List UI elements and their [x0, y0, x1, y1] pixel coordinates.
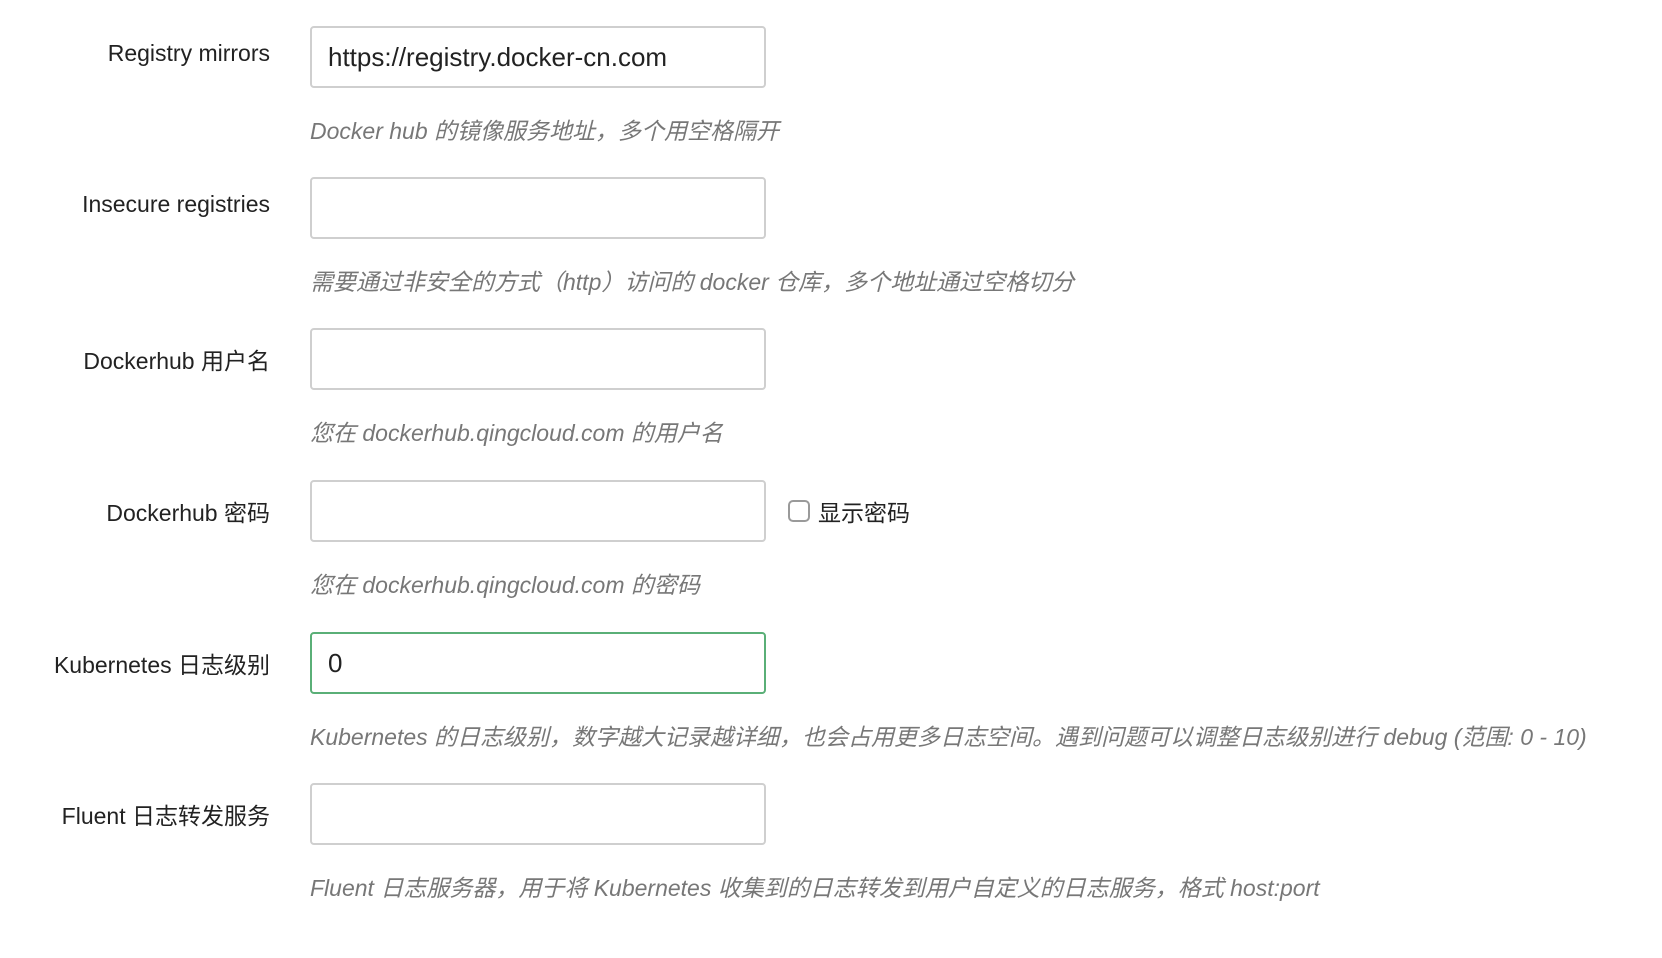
dockerhub-password-row: Dockerhub 密码 显示密码 您在 dockerhub.qingcloud… [0, 480, 1662, 600]
dockerhub-password-label: Dockerhub 密码 [106, 500, 270, 526]
kubernetes-log-level-row: Kubernetes 日志级别 Kubernetes 的日志级别，数字越大记录越… [0, 632, 1662, 752]
dockerhub-username-input[interactable] [310, 328, 766, 390]
insecure-registries-label: Insecure registries [82, 191, 270, 217]
dockerhub-username-row: Dockerhub 用户名 您在 dockerhub.qingcloud.com… [0, 328, 1662, 448]
fluent-forward-input[interactable] [310, 783, 766, 845]
dockerhub-password-input[interactable] [310, 480, 766, 542]
insecure-registries-input[interactable] [310, 177, 766, 239]
dockerhub-password-help: 您在 dockerhub.qingcloud.com 的密码 [310, 572, 700, 598]
dockerhub-username-help: 您在 dockerhub.qingcloud.com 的用户名 [310, 420, 723, 446]
kubernetes-log-level-input[interactable] [310, 632, 766, 694]
fluent-forward-row: Fluent 日志转发服务 Fluent 日志服务器，用于将 Kubernete… [0, 783, 1662, 903]
kubernetes-log-level-label: Kubernetes 日志级别 [53, 652, 270, 678]
insecure-registries-row: Insecure registries 需要通过非安全的方式（http）访问的 … [0, 177, 1662, 297]
registry-mirrors-help: Docker hub 的镜像服务地址，多个用空格隔开 [310, 118, 780, 144]
insecure-registries-help: 需要通过非安全的方式（http）访问的 docker 仓库，多个地址通过空格切分 [310, 269, 1075, 295]
show-password-toggle[interactable]: 显示密码 [788, 494, 910, 528]
fluent-forward-label: Fluent 日志转发服务 [61, 803, 270, 829]
show-password-label[interactable]: 显示密码 [818, 494, 910, 528]
registry-mirrors-input[interactable] [310, 26, 766, 88]
registry-mirrors-row: Registry mirrors Docker hub 的镜像服务地址，多个用空… [0, 26, 1662, 146]
registry-mirrors-label: Registry mirrors [107, 40, 270, 66]
dockerhub-username-label: Dockerhub 用户名 [83, 348, 270, 374]
fluent-forward-help: Fluent 日志服务器，用于将 Kubernetes 收集到的日志转发到用户自… [310, 875, 1320, 901]
kubernetes-log-level-help: Kubernetes 的日志级别，数字越大记录越详细，也会占用更多日志空间。遇到… [310, 724, 1587, 750]
show-password-checkbox[interactable] [788, 500, 810, 522]
